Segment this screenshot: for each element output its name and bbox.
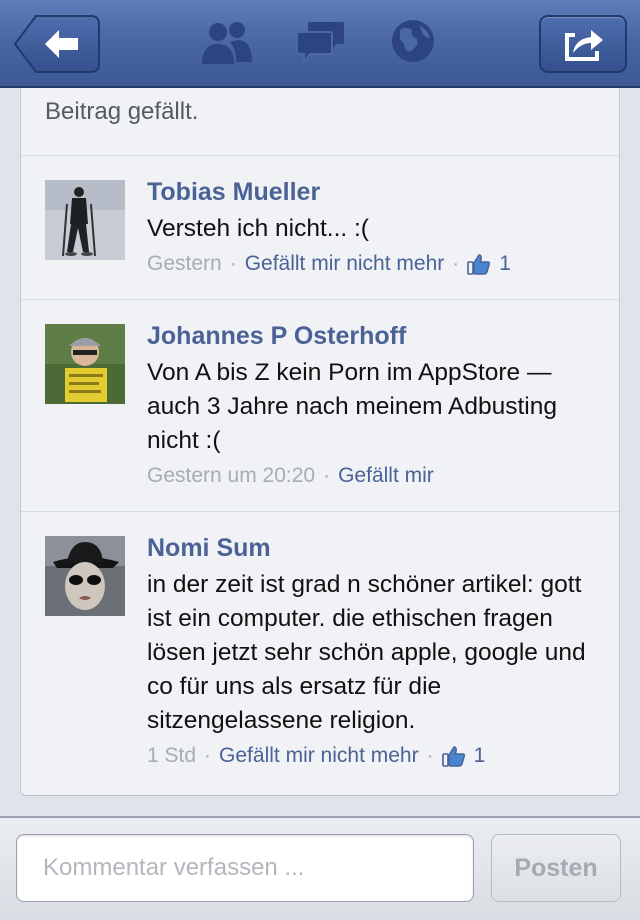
- like-toggle-link[interactable]: Gefällt mir: [338, 464, 434, 488]
- divider: [21, 511, 619, 512]
- avatar-image: [45, 536, 125, 616]
- avatar-image: [45, 180, 125, 260]
- comment-author[interactable]: Johannes P Osterhoff: [147, 322, 406, 351]
- comment-text: Versteh ich nicht... :(: [147, 215, 369, 242]
- separator-dot: ·: [426, 744, 434, 767]
- thumbs-up-icon: [441, 746, 465, 767]
- separator-dot: ·: [323, 464, 331, 487]
- post-button[interactable]: Posten: [491, 834, 621, 902]
- like-toggle-link[interactable]: Gefällt mir nicht mehr: [245, 252, 445, 276]
- comment-meta: Gestern · Gefällt mir nicht mehr · 1: [147, 252, 511, 276]
- back-button[interactable]: [13, 15, 100, 73]
- comments-card: Beitrag gefällt. Tobias Mueller Versteh …: [20, 88, 620, 796]
- share-icon: [565, 30, 603, 61]
- avatar[interactable]: [45, 180, 125, 260]
- comment-input[interactable]: [16, 834, 474, 902]
- friends-icon[interactable]: [200, 18, 254, 66]
- comment-composer: Posten: [0, 816, 640, 920]
- share-button[interactable]: [539, 15, 627, 73]
- like-count: 1: [499, 252, 511, 275]
- separator-dot: ·: [204, 744, 212, 767]
- navigation-bar: [0, 0, 640, 88]
- separator-dot: ·: [452, 252, 460, 275]
- comment-meta: 1 Std · Gefällt mir nicht mehr · 1: [147, 744, 485, 768]
- avatar[interactable]: [45, 536, 125, 616]
- like-toggle-link[interactable]: Gefällt mir nicht mehr: [219, 744, 419, 768]
- comment-text: Von A bis Z kein Porn im AppStore — auch…: [147, 359, 557, 454]
- separator-dot: ·: [229, 252, 237, 275]
- comment-time: Gestern um 20:20: [147, 464, 316, 487]
- comment-author[interactable]: Tobias Mueller: [147, 178, 320, 207]
- previous-comment-text: Beitrag gefällt.: [45, 98, 199, 125]
- like-count: 1: [473, 744, 486, 767]
- globe-icon[interactable]: [390, 18, 436, 64]
- comment-meta: Gestern um 20:20 · Gefällt mir: [147, 464, 434, 488]
- thumbs-up-icon: [467, 254, 491, 275]
- comment-time: Gestern: [147, 252, 222, 275]
- avatar[interactable]: [45, 324, 125, 404]
- comment-text: in der zeit ist grad n schöner artikel: …: [147, 571, 586, 734]
- back-arrow-icon: [13, 15, 100, 73]
- avatar-image: [45, 324, 125, 404]
- messages-icon[interactable]: [296, 18, 346, 64]
- divider: [21, 155, 619, 156]
- comment-author[interactable]: Nomi Sum: [147, 534, 271, 563]
- comment-time: 1 Std: [147, 744, 197, 767]
- divider: [21, 299, 619, 300]
